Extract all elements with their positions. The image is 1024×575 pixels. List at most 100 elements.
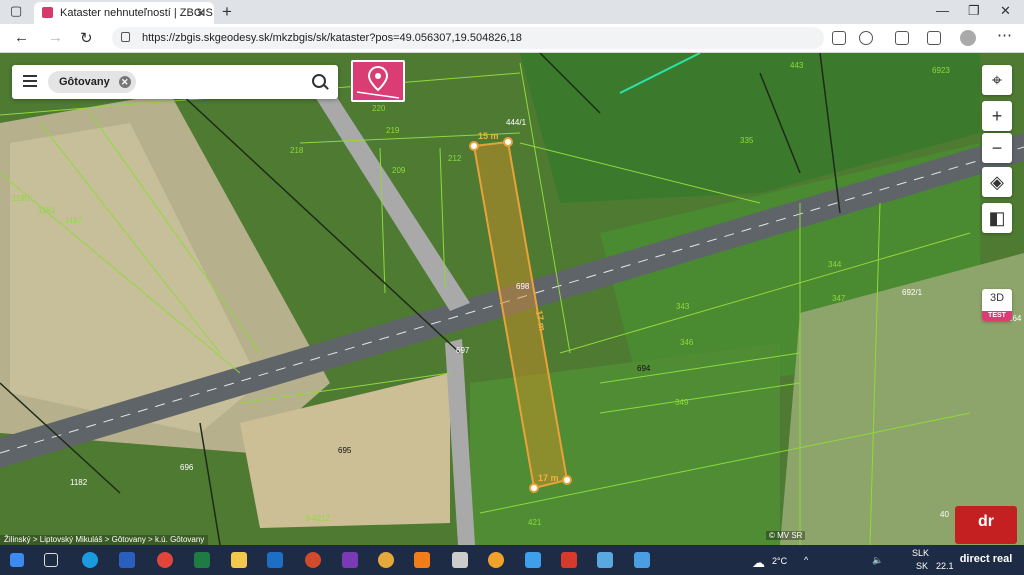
weather-icon[interactable]: ☁ — [752, 555, 765, 571]
file-explorer-icon[interactable] — [231, 552, 247, 568]
parcel-label: 698 — [516, 282, 530, 291]
3d-label: 3D — [989, 292, 1005, 304]
app-icon-4[interactable] — [525, 552, 541, 568]
parcel-label: 346 — [680, 338, 694, 347]
collections-icon[interactable] — [927, 31, 941, 45]
parcel-label: 694 — [637, 364, 651, 373]
excel-icon[interactable] — [194, 552, 210, 568]
parcel-label: 696 — [180, 463, 194, 472]
powerpoint-icon[interactable] — [305, 552, 321, 568]
map-pin-icon — [356, 65, 400, 99]
lock-icon — [121, 32, 130, 42]
language-primary[interactable]: SLK — [912, 548, 929, 558]
photos-icon[interactable] — [634, 552, 650, 568]
back-icon[interactable]: ← — [14, 29, 29, 46]
parcel-label: 220 — [372, 104, 386, 113]
windows-start-icon[interactable] — [10, 553, 24, 567]
measure-vertex[interactable] — [469, 141, 479, 151]
parcel-label: 6923 — [932, 66, 950, 75]
url-text: https://zbgis.skgeodesy.sk/mkzbgis/sk/ka… — [142, 32, 522, 44]
parcel-label: 444/1 — [506, 118, 527, 127]
parcel-label: 343 — [676, 302, 690, 311]
split-view-icon: ◧ — [988, 208, 1006, 228]
app-icon-3[interactable] — [488, 552, 504, 568]
breadcrumb: Žilinský > Liptovský Mikuláš > Gôtovany … — [0, 535, 209, 545]
parcel-label: 218 — [290, 146, 304, 155]
parcel-label: 347 — [832, 294, 846, 303]
parcel-label: 443 — [790, 61, 804, 70]
onenote-icon[interactable] — [342, 552, 358, 568]
browser-tab[interactable]: Kataster nehnuteľností | ZBGIS ✕ — [34, 2, 214, 24]
language-secondary[interactable]: SK — [916, 561, 928, 571]
parcel-label: 692/1 — [902, 288, 923, 297]
favorite-star-icon[interactable] — [859, 31, 873, 45]
parcel-label: 695 — [338, 446, 352, 455]
tray-chevron-icon[interactable]: ^ — [804, 555, 808, 565]
measure-label-bottom: 17 m — [538, 473, 559, 483]
parcel-label: 1190 — [12, 194, 30, 203]
locate-me-button[interactable]: ⌖ — [982, 65, 1012, 95]
search-chip[interactable]: Gôtovany ✕ — [48, 71, 136, 93]
close-tab-icon[interactable]: ✕ — [196, 6, 206, 20]
measure-label-top: 15 m — [478, 131, 499, 141]
measure-vertex[interactable] — [503, 137, 513, 147]
clear-chip-icon[interactable]: ✕ — [118, 76, 131, 88]
app-icon-2[interactable] — [452, 552, 468, 568]
parcel-label: 212 — [448, 154, 462, 163]
date-text[interactable]: 22.1 — [936, 561, 954, 571]
reload-icon[interactable]: ↻ — [80, 29, 93, 47]
tab-actions-icon[interactable]: ▢ — [10, 3, 22, 19]
favorites-icon[interactable] — [895, 31, 909, 45]
measure-vertex[interactable] — [529, 483, 539, 493]
new-tab-icon[interactable]: + — [222, 2, 232, 22]
forward-icon[interactable]: → — [48, 29, 63, 46]
aerial-map: 15 m 17 m 17 m 220 219 218 212 444/1 335… — [0, 53, 1024, 545]
search-icon[interactable] — [312, 74, 326, 88]
volume-icon[interactable]: 🔈 — [872, 555, 883, 566]
parcel-label: 1181 — [38, 206, 56, 215]
test-badge: TEST — [982, 311, 1012, 321]
map-canvas[interactable]: 15 m 17 m 17 m 220 219 218 212 444/1 335… — [0, 53, 1024, 545]
app-icon[interactable] — [378, 552, 394, 568]
address-bar-row: ← → ↻ https://zbgis.skgeodesy.sk/mkzbgis… — [0, 24, 1024, 53]
vlc-icon[interactable] — [414, 552, 430, 568]
restore-icon[interactable]: ❐ — [968, 3, 980, 19]
profile-avatar[interactable] — [960, 30, 976, 46]
zoom-in-button[interactable]: + — [982, 101, 1012, 131]
hamburger-menu-icon[interactable] — [23, 75, 37, 87]
compare-button[interactable]: ◧ — [982, 203, 1012, 233]
layers-icon: ◈ — [990, 172, 1004, 192]
windows-taskbar: ☁ 2°C ^ 🔈 SLK SK 22.1 — [0, 545, 1024, 575]
parcel-label: 421 — [528, 518, 542, 527]
pdf-icon[interactable] — [561, 552, 577, 568]
more-menu-icon[interactable]: ⋯ — [997, 26, 1012, 44]
favicon-icon — [42, 7, 53, 18]
word-icon[interactable] — [119, 552, 135, 568]
edge-icon[interactable] — [82, 552, 98, 568]
crosshair-icon: ⌖ — [991, 70, 1003, 90]
outlook-icon[interactable] — [267, 552, 283, 568]
tab-title: Kataster nehnuteľností | ZBGIS — [60, 7, 213, 19]
store-icon[interactable] — [597, 552, 613, 568]
zoom-out-button[interactable]: − — [982, 133, 1012, 163]
parcel-label: 219 — [386, 126, 400, 135]
task-view-icon[interactable] — [44, 553, 58, 567]
chrome-icon[interactable] — [157, 552, 173, 568]
parcel-label: 1187 — [65, 216, 83, 225]
search-chip-label: Gôtovany — [59, 76, 110, 88]
search-panel: Gôtovany ✕ — [12, 65, 338, 99]
read-aloud-icon[interactable] — [832, 31, 846, 45]
parcel-label: 1182 — [70, 478, 88, 487]
parcel-label: 344 — [828, 260, 842, 269]
browser-tab-bar: ▢ Kataster nehnuteľností | ZBGIS ✕ + — ❐… — [0, 0, 1024, 24]
url-field[interactable]: https://zbgis.skgeodesy.sk/mkzbgis/sk/ka… — [112, 27, 824, 49]
layers-button[interactable]: ◈ — [982, 167, 1012, 197]
parcel-label: 3-4212 — [305, 514, 330, 523]
parcel-label: 209 — [392, 166, 406, 175]
minimize-icon[interactable]: — — [936, 3, 949, 18]
measure-vertex[interactable] — [562, 475, 572, 485]
close-window-icon[interactable]: ✕ — [1000, 3, 1011, 19]
3d-mode-button[interactable]: 3D TEST — [982, 289, 1012, 321]
location-pin-button[interactable] — [351, 60, 405, 102]
directreal-logo: dr — [955, 506, 1017, 544]
